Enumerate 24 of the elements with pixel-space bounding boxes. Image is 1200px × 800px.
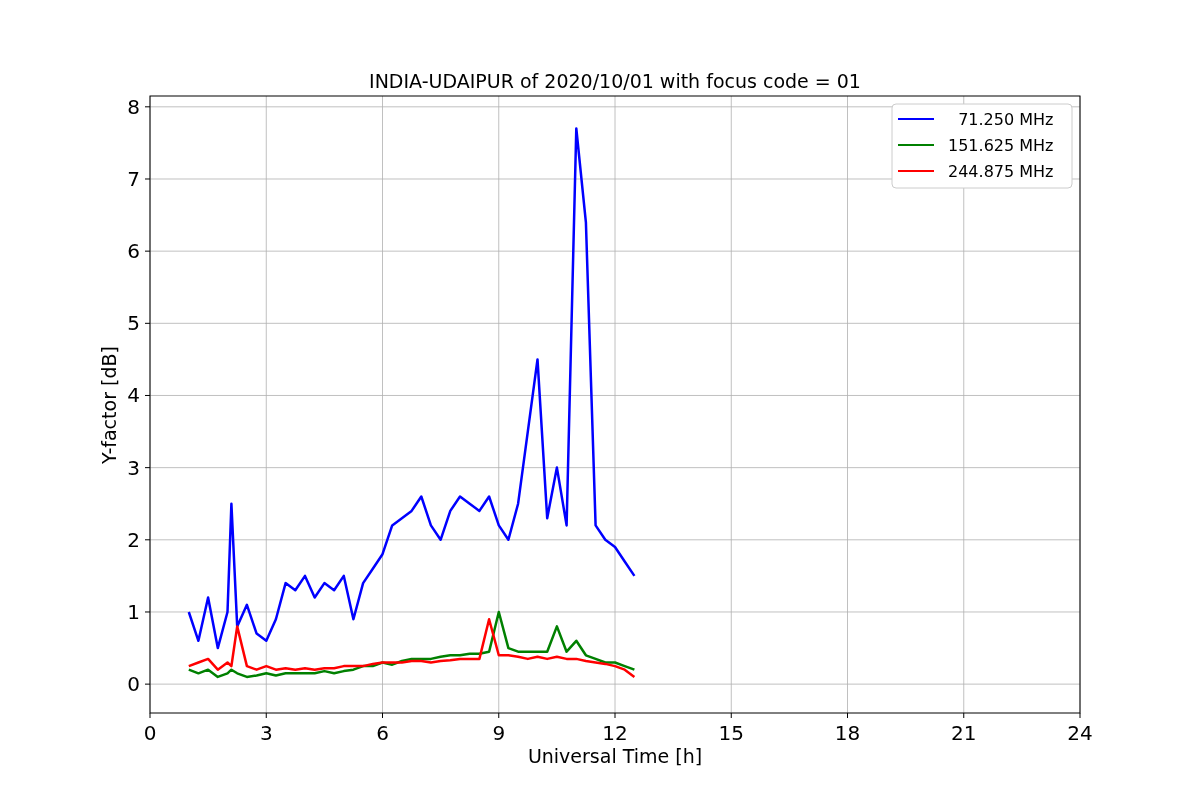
legend-label: 244.875 MHz [948, 162, 1054, 181]
chart-title: INDIA-UDAIPUR of 2020/10/01 with focus code = 01 [369, 70, 861, 92]
y-tick-label: 8 [127, 94, 140, 119]
y-tick-label: 5 [127, 311, 140, 336]
x-tick-label: 18 [834, 721, 861, 745]
y-tick-label: 7 [127, 167, 140, 191]
legend-label: 71.250 MHz [958, 110, 1054, 129]
x-tick-label: 15 [718, 721, 744, 745]
y-tick-label: 2 [127, 527, 140, 552]
y-tick-label: 4 [127, 383, 140, 408]
x-tick-label: 6 [376, 721, 389, 745]
y-tick-label: 0 [127, 672, 140, 697]
x-tick-label: 9 [492, 721, 506, 745]
y-axis-label: Y-factor [dB] [98, 346, 120, 464]
x-tick-label: 24 [1067, 721, 1093, 745]
x-tick-label: 12 [602, 721, 628, 745]
x-tick-label: 21 [951, 721, 977, 745]
y-tick-label: 1 [127, 599, 140, 624]
legend-label: 151.625 MHz [948, 136, 1054, 155]
y-tick-label: 3 [127, 455, 140, 480]
x-tick-label: 3 [259, 721, 273, 745]
y-tick-label: 6 [127, 239, 140, 264]
x-tick-label: 0 [143, 721, 157, 745]
x-axis-label: Universal Time [h] [527, 745, 703, 767]
